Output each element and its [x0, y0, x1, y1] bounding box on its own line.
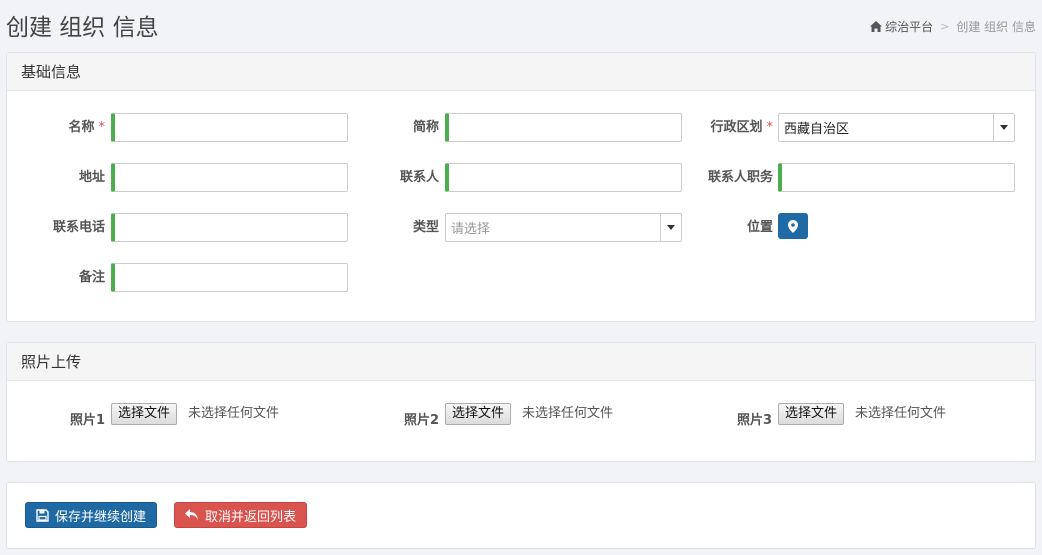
region-select-value: 西藏自治区: [784, 122, 850, 137]
region-label: 行政区划 *: [710, 120, 774, 135]
photo1-choose-file-button[interactable]: 选择文件: [111, 403, 178, 425]
address-input[interactable]: [111, 163, 348, 192]
photo-upload-heading: 照片上传: [7, 343, 1035, 381]
reply-icon: [185, 509, 198, 520]
photo2-file-status: 未选择任何文件: [522, 406, 614, 421]
caret-down-icon: [667, 225, 675, 230]
photo-upload-panel: 照片上传 照片1 选择文件 未选择任何文件 照片2 选择文件 未选择任何文件 照…: [6, 342, 1036, 462]
location-label: 位置: [746, 220, 773, 235]
photo3-file-status: 未选择任何文件: [855, 406, 947, 421]
type-label: 类型: [412, 220, 439, 235]
name-input[interactable]: [111, 113, 348, 142]
actions-panel: 保存并继续创建 取消并返回列表: [6, 482, 1036, 549]
photo2-label: 照片2: [403, 413, 439, 428]
save-continue-button[interactable]: 保存并继续创建: [25, 502, 158, 528]
photo1-file-status: 未选择任何文件: [188, 406, 280, 421]
photo2-choose-file-button[interactable]: 选择文件: [445, 403, 512, 425]
address-label: 地址: [78, 170, 105, 185]
type-select-placeholder: 请选择: [451, 222, 491, 237]
contact-input[interactable]: [445, 163, 682, 192]
type-select[interactable]: 请选择: [445, 213, 682, 242]
remark-input[interactable]: [111, 263, 348, 292]
breadcrumb-home[interactable]: 综治平台: [870, 18, 933, 35]
name-label: 名称 *: [68, 120, 106, 135]
cancel-return-button[interactable]: 取消并返回列表: [174, 502, 308, 528]
photo1-label: 照片1: [69, 413, 105, 428]
required-marker: *: [766, 120, 774, 135]
map-marker-icon: [788, 219, 798, 233]
home-icon: [870, 21, 883, 32]
contact-title-label: 联系人职务: [707, 170, 773, 185]
remark-label: 备注: [78, 270, 105, 285]
contact-label: 联系人: [399, 170, 439, 185]
location-button[interactable]: [778, 213, 808, 239]
required-marker: *: [98, 120, 106, 135]
breadcrumb: 综治平台 > 创建 组织 信息: [870, 18, 1036, 35]
short-name-label: 简称: [412, 120, 439, 135]
basic-info-panel: 基础信息 名称 * 简称 行政区划 * 西藏自治区 地址 联系人 联系人职务 联系电…: [6, 52, 1036, 322]
basic-info-heading: 基础信息: [7, 53, 1035, 91]
save-icon: [36, 508, 49, 522]
region-dropdown-arrow[interactable]: [993, 114, 1014, 141]
page-title: 创建 组织 信息: [6, 15, 159, 41]
phone-label: 联系电话: [52, 220, 105, 235]
photo3-label: 照片3: [736, 413, 772, 428]
caret-down-icon: [1000, 125, 1008, 130]
breadcrumb-home-label: 综治平台: [885, 20, 934, 34]
cancel-return-label: 取消并返回列表: [205, 509, 297, 525]
breadcrumb-current: 创建 组织 信息: [956, 20, 1036, 34]
phone-input[interactable]: [111, 213, 348, 242]
save-continue-label: 保存并继续创建: [55, 509, 147, 525]
region-select[interactable]: 西藏自治区: [778, 113, 1015, 142]
breadcrumb-separator: >: [940, 20, 950, 33]
photo3-choose-file-button[interactable]: 选择文件: [778, 403, 845, 425]
contact-title-input[interactable]: [778, 163, 1015, 192]
short-name-input[interactable]: [445, 113, 682, 142]
